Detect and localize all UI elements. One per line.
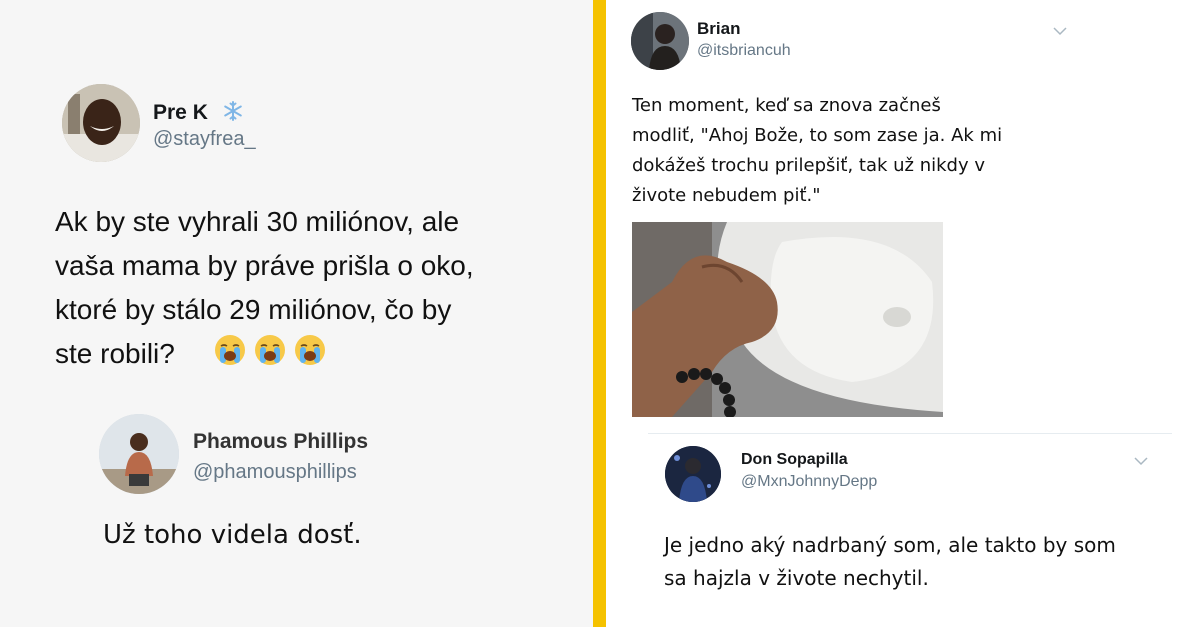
divider-line: [648, 433, 1172, 434]
author-handle[interactable]: @stayfrea_: [153, 128, 256, 151]
emoji-row: [213, 333, 327, 367]
author-name[interactable]: Don Sopapilla: [741, 451, 848, 469]
author-handle[interactable]: @itsbriancuh: [697, 42, 791, 60]
chevron-down-icon[interactable]: [1052, 26, 1068, 36]
tweet-text: Ten moment, keď sa znova začneš modliť, …: [632, 95, 1003, 206]
loudly-crying-face-icon: [215, 335, 245, 365]
loudly-crying-face-icon: [255, 335, 285, 365]
tweet-photo[interactable]: [632, 222, 943, 417]
author-name[interactable]: Phamous Phillips: [193, 430, 368, 454]
avatar-photo: [62, 84, 140, 162]
author-name[interactable]: Pre K: [153, 101, 208, 125]
pre-k-avatar[interactable]: [62, 84, 140, 162]
author-handle[interactable]: @phamousphillips: [193, 461, 357, 484]
reply-text: Už toho videla dosť.: [103, 520, 362, 550]
yellow-divider: [593, 0, 606, 627]
loudly-crying-face-icon: [295, 335, 325, 365]
avatar-photo: [99, 414, 179, 494]
avatar-photo: [665, 446, 721, 502]
toilet-hand-photo: [632, 222, 943, 417]
reply-text: Je jedno aký nadrbaný som, ale takto by …: [664, 533, 1116, 590]
brian-avatar[interactable]: [631, 12, 689, 70]
chevron-down-icon[interactable]: [1133, 456, 1149, 466]
author-name[interactable]: Brian: [697, 19, 740, 39]
don-sopapilla-avatar[interactable]: [665, 446, 721, 502]
phamous-phillips-avatar[interactable]: [99, 414, 179, 494]
snowflake-icon: [224, 101, 242, 121]
author-handle[interactable]: @MxnJohnnyDepp: [741, 473, 877, 491]
avatar-photo: [631, 12, 689, 70]
